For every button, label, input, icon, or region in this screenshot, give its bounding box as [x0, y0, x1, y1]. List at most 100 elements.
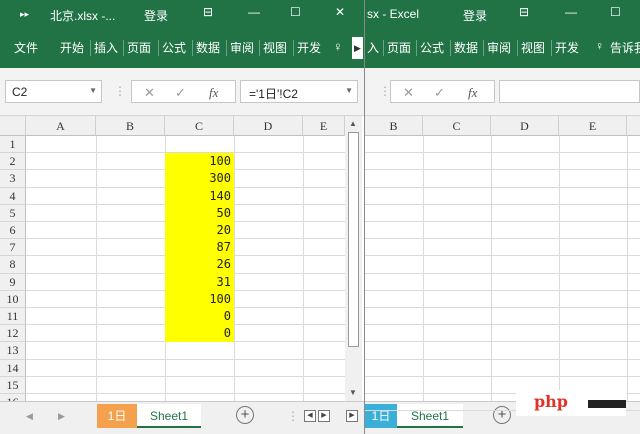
- column-header[interactable]: B: [96, 116, 165, 136]
- lightbulb-icon[interactable]: ♀: [595, 39, 604, 53]
- scroll-down-icon[interactable]: ▼: [349, 388, 357, 397]
- tab-data[interactable]: 数据: [454, 39, 478, 56]
- ribbon-scroll-right-icon[interactable]: ▶: [352, 37, 363, 59]
- column-header[interactable]: E: [303, 116, 345, 136]
- column-header[interactable]: [627, 116, 640, 136]
- gridline: [491, 136, 492, 401]
- minimize-icon[interactable]: —: [248, 5, 260, 19]
- cell-c4[interactable]: 140: [165, 187, 234, 205]
- sheet-tab-sheet1[interactable]: Sheet1: [137, 404, 201, 428]
- insert-function-icon[interactable]: fx: [209, 85, 218, 101]
- insert-function-icon[interactable]: fx: [468, 85, 477, 101]
- tab-review[interactable]: 审阅: [230, 39, 254, 56]
- enter-icon[interactable]: ✓: [434, 85, 445, 101]
- close-icon[interactable]: ✕: [335, 5, 345, 19]
- gridline: [26, 393, 345, 394]
- sheet-tab-sheet1[interactable]: Sheet1: [397, 404, 463, 428]
- tab-data[interactable]: 数据: [196, 39, 220, 56]
- tab-formulas[interactable]: 公式: [420, 39, 444, 56]
- expand-formula-icon[interactable]: ▼: [345, 86, 353, 95]
- maximize-icon[interactable]: ☐: [610, 5, 621, 19]
- vertical-scrollbar[interactable]: ▲ ▼: [345, 116, 362, 401]
- column-header[interactable]: D: [234, 116, 303, 136]
- more-options-icon: ⋮: [287, 409, 299, 423]
- row-header[interactable]: 14: [0, 359, 26, 377]
- tab-insert[interactable]: 入: [367, 39, 379, 56]
- row-header[interactable]: 11: [0, 308, 26, 326]
- tab-review[interactable]: 审阅: [487, 39, 511, 56]
- enter-icon[interactable]: ✓: [175, 85, 186, 101]
- cell-c7[interactable]: 87: [165, 239, 234, 257]
- ribbon-display-icon[interactable]: ⊟: [519, 5, 529, 19]
- scroll-right-icon[interactable]: ▶: [318, 410, 330, 422]
- tab-formulas[interactable]: 公式: [162, 39, 186, 56]
- column-header[interactable]: D: [491, 116, 559, 136]
- formula-input[interactable]: ='1日'!C2 ▼: [240, 80, 358, 103]
- tell-me-search[interactable]: 告诉我: [610, 39, 640, 56]
- column-header[interactable]: E: [559, 116, 627, 136]
- row-header[interactable]: 10: [0, 290, 26, 308]
- row-header[interactable]: 9: [0, 273, 26, 291]
- row-header[interactable]: 15: [0, 376, 26, 394]
- scroll-left-icon[interactable]: ◀: [304, 410, 316, 422]
- column-header[interactable]: A: [26, 116, 96, 136]
- cancel-icon[interactable]: ✕: [403, 85, 414, 101]
- right-login-link[interactable]: 登录: [463, 7, 487, 24]
- sheet-tab-1ri[interactable]: 1日: [365, 404, 397, 428]
- tab-insert[interactable]: 插入: [94, 39, 118, 56]
- right-window-title: sx - Excel: [367, 7, 420, 21]
- tab-developer[interactable]: 开发: [555, 39, 579, 56]
- row-header[interactable]: 2: [0, 153, 26, 171]
- chevron-down-icon[interactable]: ▼: [89, 86, 97, 95]
- cell-c8[interactable]: 26: [165, 256, 234, 274]
- lightbulb-icon[interactable]: ♀: [333, 39, 343, 54]
- row-header[interactable]: 13: [0, 342, 26, 360]
- quick-access-icon[interactable]: ▸▸: [20, 9, 29, 20]
- select-all-corner[interactable]: [0, 116, 26, 136]
- maximize-icon[interactable]: ☐: [290, 5, 301, 19]
- sheet-tab-1ri[interactable]: 1日: [97, 404, 137, 428]
- minimize-icon[interactable]: —: [565, 5, 577, 19]
- row-header[interactable]: 3: [0, 170, 26, 188]
- tab-home[interactable]: 开始: [60, 39, 84, 56]
- row-header[interactable]: 5: [0, 204, 26, 222]
- left-login-link[interactable]: 登录: [144, 7, 168, 24]
- cell-c11[interactable]: 0: [165, 308, 234, 326]
- tab-page-layout[interactable]: 页面: [127, 39, 151, 56]
- row-header[interactable]: 6: [0, 222, 26, 240]
- name-box[interactable]: C2 ▼: [5, 80, 102, 103]
- cell-c9[interactable]: 31: [165, 273, 234, 291]
- add-sheet-icon[interactable]: +: [236, 406, 254, 424]
- row-header[interactable]: 7: [0, 239, 26, 257]
- column-header[interactable]: C: [165, 116, 234, 136]
- cancel-icon[interactable]: ✕: [144, 85, 155, 101]
- cell-c10[interactable]: 100: [165, 290, 234, 308]
- cell-c3[interactable]: 300: [165, 170, 234, 188]
- cell-c6[interactable]: 20: [165, 222, 234, 240]
- tab-page-layout[interactable]: 页面: [387, 39, 411, 56]
- php-logo: php: [516, 390, 626, 416]
- ribbon-divider: [551, 40, 552, 56]
- ribbon-divider: [158, 40, 159, 56]
- row-header[interactable]: 1: [0, 136, 26, 154]
- next-sheet-icon[interactable]: ▶: [58, 411, 65, 422]
- row-header[interactable]: 12: [0, 325, 26, 343]
- scrollbar-thumb[interactable]: [348, 132, 359, 347]
- ribbon-display-icon[interactable]: ⊟: [203, 5, 213, 19]
- row-header[interactable]: 8: [0, 256, 26, 274]
- formula-input[interactable]: [499, 80, 640, 103]
- tab-view[interactable]: 视图: [263, 39, 287, 56]
- scroll-up-icon[interactable]: ▲: [349, 119, 357, 128]
- row-header[interactable]: 4: [0, 187, 26, 205]
- column-header[interactable]: C: [423, 116, 491, 136]
- tab-file[interactable]: 文件: [14, 39, 38, 56]
- tab-view[interactable]: 视图: [521, 39, 545, 56]
- tab-developer[interactable]: 开发: [297, 39, 321, 56]
- prev-sheet-icon[interactable]: ◀: [26, 411, 33, 422]
- scroll-right-end-icon[interactable]: ▶: [346, 410, 358, 422]
- cell-c2[interactable]: 100: [165, 153, 234, 171]
- column-header[interactable]: B: [365, 116, 423, 136]
- cell-c5[interactable]: 50: [165, 204, 234, 222]
- cell-c12[interactable]: 0: [165, 325, 234, 343]
- add-sheet-icon[interactable]: +: [493, 406, 511, 424]
